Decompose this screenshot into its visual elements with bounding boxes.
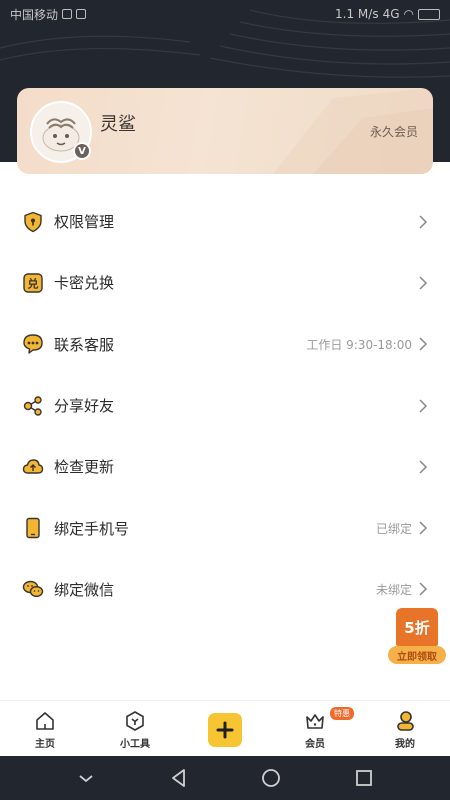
home-icon — [36, 712, 54, 730]
plus-icon — [216, 721, 234, 739]
chat-bubble-icon — [23, 334, 43, 354]
chevron-right-icon — [419, 399, 428, 413]
menu-label: 绑定手机号 — [54, 519, 130, 538]
tab-add[interactable] — [180, 701, 270, 756]
system-nav-bar — [0, 756, 450, 800]
menu-label: 分享好友 — [54, 397, 115, 416]
tab-profile[interactable]: 我的 — [360, 701, 450, 756]
battery-icon — [418, 8, 440, 20]
menu-item-card-redeem[interactable]: 兑 卡密兑换 — [0, 252, 450, 313]
share-icon — [23, 395, 42, 416]
status-bar: 中国移动 1.1 M/s 4G ◠ — [0, 0, 450, 28]
promo-action: 立即领取 — [388, 646, 446, 664]
menu-item-share-friends[interactable]: 分享好友 — [0, 375, 450, 436]
chevron-right-icon — [419, 460, 428, 474]
recent-apps-icon[interactable] — [352, 766, 376, 790]
bottom-tab-bar: 主页 小工具 特惠 会员 我的 — [0, 700, 450, 756]
chevron-right-icon — [419, 337, 428, 351]
settings-menu: 权限管理 兑 卡密兑换 联系客服 工作日 9:30-18:00 分享好友 检查更… — [0, 191, 450, 620]
network-speed: 1.1 M/s — [335, 7, 379, 21]
promo-discount: 5折 — [396, 608, 438, 646]
menu-item-check-update[interactable]: 检查更新 — [0, 436, 450, 497]
promo-button[interactable]: 5折 立即领取 — [388, 608, 446, 666]
menu-item-contact-service[interactable]: 联系客服 工作日 9:30-18:00 — [0, 314, 450, 375]
tab-label: 会员 — [305, 739, 325, 750]
wechat-icon — [22, 581, 44, 598]
menu-item-permission-management[interactable]: 权限管理 — [0, 191, 450, 252]
carrier-label: 中国移动 — [10, 7, 59, 22]
tab-tools[interactable]: 小工具 — [90, 701, 180, 756]
notification-icon — [76, 9, 87, 19]
tab-label: 主页 — [35, 739, 55, 750]
home-circle-icon[interactable] — [259, 766, 283, 790]
crown-icon — [306, 714, 324, 729]
menu-item-bind-phone[interactable]: 绑定手机号 已绑定 — [0, 497, 450, 558]
tab-label: 小工具 — [120, 739, 150, 750]
tab-home[interactable]: 主页 — [0, 701, 90, 756]
menu-label: 联系客服 — [54, 335, 115, 354]
tools-icon — [126, 711, 144, 731]
redeem-icon: 兑 — [23, 273, 43, 293]
svg-text:兑: 兑 — [28, 276, 39, 290]
notification-icon — [62, 9, 73, 19]
chevron-right-icon — [419, 521, 428, 535]
membership-status: 永久会员 — [369, 125, 418, 139]
profile-icon — [397, 711, 414, 731]
collapse-icon[interactable] — [74, 766, 98, 790]
vip-badge: V — [73, 142, 91, 160]
chevron-right-icon — [419, 215, 428, 229]
network-type: 4G — [382, 7, 400, 21]
menu-value: 工作日 9:30-18:00 — [306, 337, 412, 352]
deal-badge: 特惠 — [330, 707, 354, 720]
menu-label: 权限管理 — [54, 213, 115, 232]
shield-icon — [24, 211, 42, 232]
chevron-right-icon — [419, 276, 428, 290]
menu-label: 卡密兑换 — [54, 274, 115, 293]
tab-membership[interactable]: 特惠 会员 — [270, 701, 360, 756]
menu-label: 检查更新 — [54, 458, 115, 477]
menu-value: 未绑定 — [375, 582, 412, 597]
menu-item-bind-wechat[interactable]: 绑定微信 未绑定 — [0, 559, 450, 620]
menu-label: 绑定微信 — [54, 580, 115, 599]
menu-value: 已绑定 — [375, 521, 412, 536]
username: 灵鲨 — [100, 114, 136, 135]
add-button[interactable] — [208, 713, 242, 747]
back-icon[interactable] — [167, 766, 191, 790]
tab-label: 我的 — [395, 739, 415, 750]
profile-card[interactable]: V 灵鲨 永久会员 — [17, 88, 433, 174]
cloud-upload-icon — [22, 459, 44, 474]
chevron-right-icon — [419, 582, 428, 596]
wifi-icon: ◠ — [403, 7, 414, 21]
phone-icon — [26, 517, 40, 539]
